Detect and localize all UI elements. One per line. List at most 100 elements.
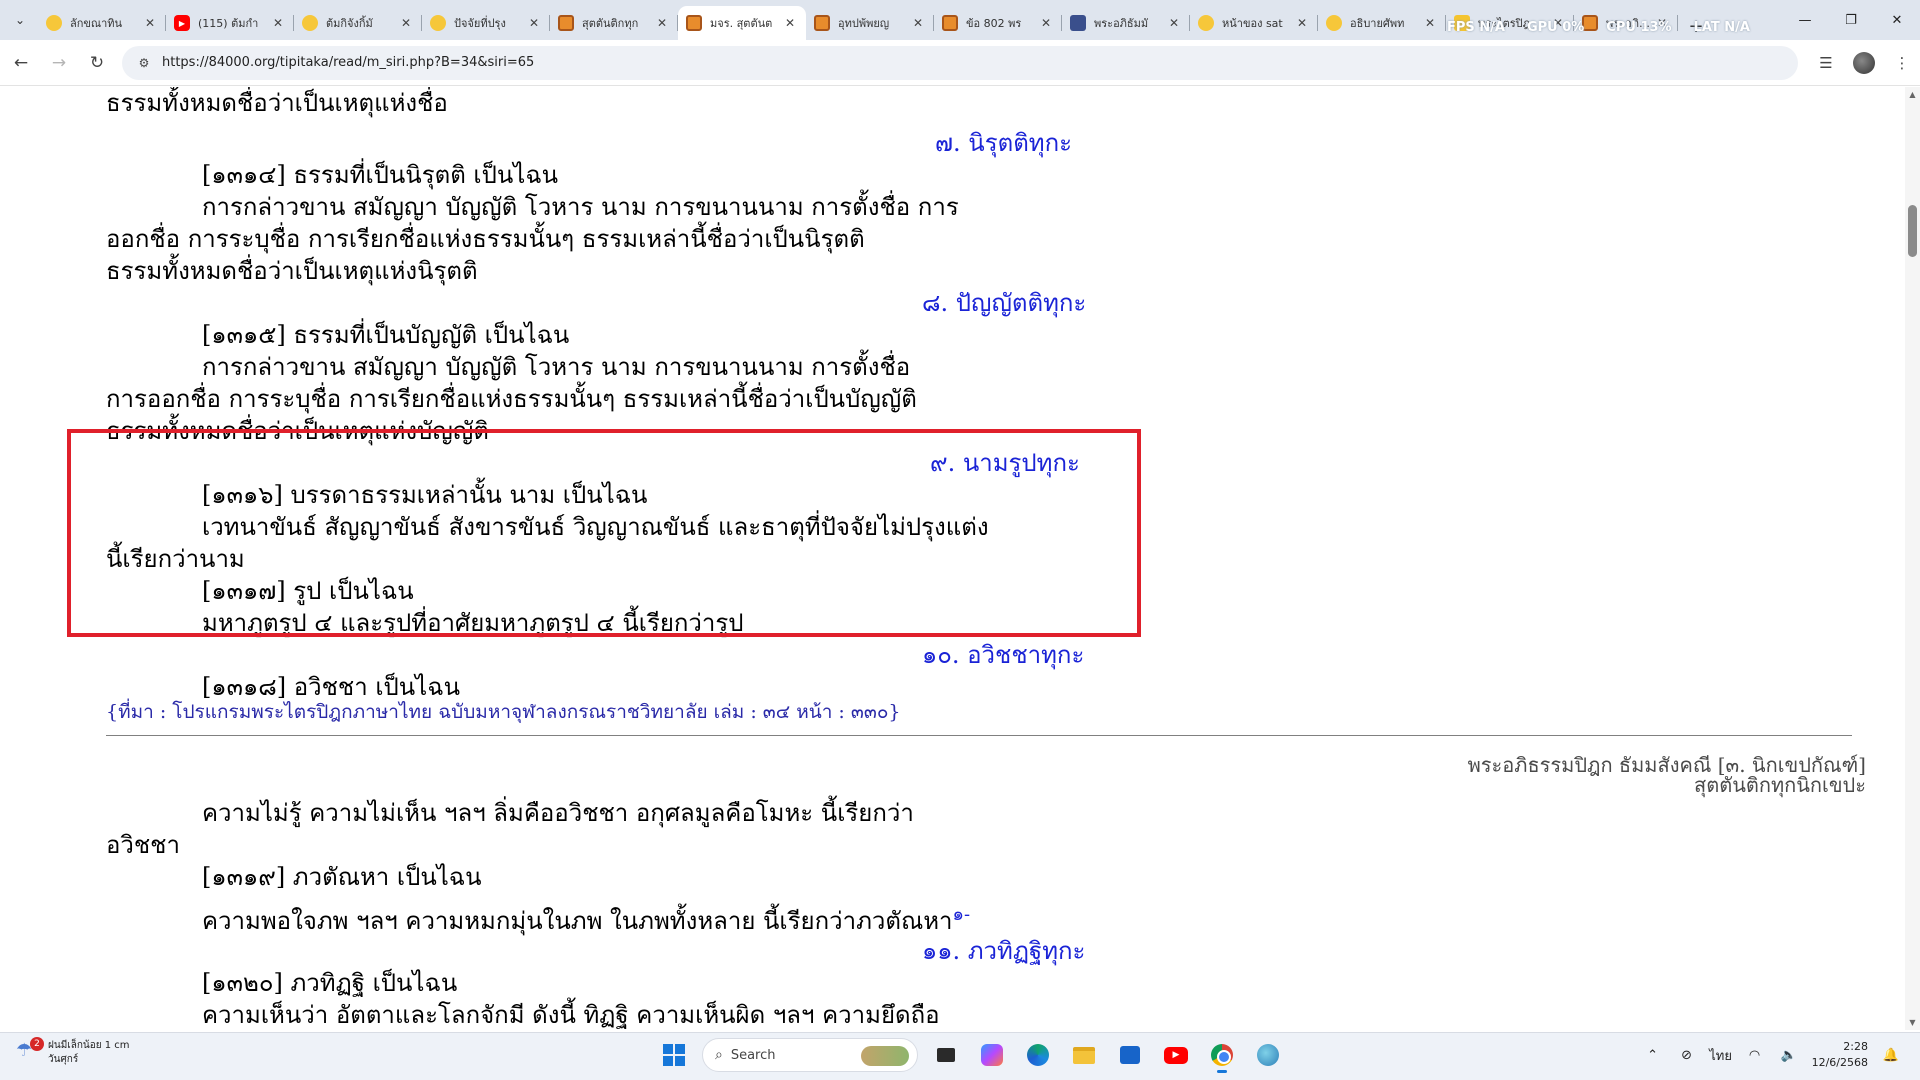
back-button[interactable]: ←: [4, 46, 38, 80]
footnote-link[interactable]: ๑-: [953, 904, 971, 925]
lat-readout: LAT N/A: [1693, 20, 1750, 35]
emoji-favicon-icon: [430, 15, 446, 31]
tab-title: ลักขณาทิน: [70, 17, 123, 30]
chevron-down-icon: ⌄: [14, 13, 26, 27]
language-indicator[interactable]: ไทย: [1709, 1044, 1732, 1066]
edge-icon: [1027, 1044, 1049, 1066]
book-favicon-icon: [814, 15, 830, 31]
notification-badge: 2: [30, 1037, 44, 1051]
text-line: ธรรมทั้งหมดชื่อว่าเป็นเหตุแห่งนิรุตติ: [106, 257, 478, 285]
tab-title: มจร. สุตตันต: [710, 17, 773, 30]
show-hidden-icons-button[interactable]: ⌃: [1642, 1044, 1664, 1066]
wifi-icon[interactable]: ◠: [1744, 1044, 1766, 1066]
task-view-button[interactable]: [928, 1037, 964, 1073]
restore-button[interactable]: ❐: [1828, 0, 1874, 40]
taskbar-search[interactable]: ⌕ Search: [702, 1038, 918, 1072]
close-icon[interactable]: ✕: [270, 16, 286, 30]
tab-title: ข้อ 802 พร: [966, 17, 1022, 30]
windows-taskbar: ☂ 2 ฝนมีเล็กน้อย 1 cm วันศุกร์ ⌕ Search ▶…: [0, 1032, 1920, 1080]
close-icon[interactable]: ✕: [398, 16, 414, 30]
browser-tab[interactable]: หน้าของ sat ✕: [1190, 6, 1318, 40]
close-icon[interactable]: ✕: [1166, 16, 1182, 30]
close-icon[interactable]: ✕: [142, 16, 158, 30]
site-info-icon[interactable]: ⚙: [134, 53, 154, 73]
section-heading: ๑๐. อวิชชาทุกะ: [922, 641, 1085, 669]
weather-day: วันศุกร์: [48, 1054, 79, 1065]
text-line: อวิชชา: [106, 831, 180, 859]
browser-tab[interactable]: อุทปพ้พยญ ✕: [806, 6, 934, 40]
red-highlight-box: [67, 429, 1141, 637]
store-icon: [1120, 1046, 1140, 1064]
browser-tab[interactable]: สุตตันติกทุก ✕: [550, 6, 678, 40]
weather-widget[interactable]: ☂ 2 ฝนมีเล็กน้อย 1 cm วันศุกร์: [16, 1037, 130, 1067]
close-icon: ✕: [1891, 12, 1903, 28]
minimize-button[interactable]: —: [1782, 0, 1828, 40]
close-icon[interactable]: ✕: [654, 16, 670, 30]
scroll-up-icon[interactable]: ▲: [1905, 87, 1920, 102]
browser-tab[interactable]: ต้มกิจังกิ้มั ✕: [294, 6, 422, 40]
book-favicon-icon: [558, 15, 574, 31]
vertical-scrollbar[interactable]: ▲ ▼: [1905, 87, 1920, 1030]
scroll-down-icon[interactable]: ▼: [1905, 1015, 1920, 1030]
youtube-app-button[interactable]: ▶: [1158, 1037, 1194, 1073]
weather-text: ฝนมีเล็กน้อย 1 cm วันศุกร์: [48, 1039, 130, 1067]
browser-tab[interactable]: อธิบายศัพท ✕: [1318, 6, 1446, 40]
address-bar[interactable]: ⚙ https://84000.org/tipitaka/read/m_siri…: [122, 45, 1798, 80]
edge-button[interactable]: [1020, 1037, 1056, 1073]
reload-icon: ↻: [89, 52, 105, 73]
browser-tab[interactable]: ลักขณาทิน ✕: [38, 6, 166, 40]
clock-time: 2:28: [1843, 1040, 1868, 1053]
tab-search-button[interactable]: ⌄: [6, 6, 34, 34]
arrow-left-icon: ←: [13, 52, 29, 73]
menu-button[interactable]: ⋮: [1888, 49, 1916, 77]
page-reference: พระอภิธรรมปิฎก ธัมมสังคณี [๓. นิกเขปกัณฑ…: [1468, 755, 1866, 795]
reload-button[interactable]: ↻: [80, 46, 114, 80]
scroll-thumb[interactable]: [1908, 205, 1917, 257]
store-button[interactable]: [1112, 1037, 1148, 1073]
tab-title: ต้มกิจังกิ้มั: [326, 17, 373, 30]
browser-tab[interactable]: ปัจจัยที่ปรุง ✕: [422, 6, 550, 40]
volume-icon[interactable]: 🔈: [1778, 1044, 1800, 1066]
browser-tab[interactable]: ▶ (115) ต้มกำ ✕: [166, 6, 294, 40]
close-icon[interactable]: ✕: [526, 16, 542, 30]
tab-title: (115) ต้มกำ: [198, 17, 259, 30]
close-window-button[interactable]: ✕: [1874, 0, 1920, 40]
file-explorer-button[interactable]: [1066, 1037, 1102, 1073]
profile-button[interactable]: [1850, 49, 1878, 77]
close-icon[interactable]: ✕: [782, 16, 798, 30]
forward-button[interactable]: →: [42, 46, 76, 80]
clock[interactable]: 2:28 12/6/2568: [1812, 1039, 1868, 1071]
text-line: ความไม่รู้ ความไม่เห็น ฯลฯ ลิ่มคืออวิชชา…: [202, 799, 914, 827]
start-button[interactable]: [656, 1037, 692, 1073]
cpu-readout: CPU 13%: [1606, 20, 1672, 35]
emoji-favicon-icon: [1326, 15, 1342, 31]
window-controls: — ❐ ✕: [1782, 0, 1920, 40]
globe-icon: [1257, 1044, 1279, 1066]
url-text[interactable]: https://84000.org/tipitaka/read/m_siri.p…: [162, 55, 534, 70]
notification-bell-icon[interactable]: 🔔: [1880, 1044, 1902, 1066]
browser-tab-active[interactable]: มจร. สุตตันต ✕: [678, 6, 806, 40]
reading-list-button[interactable]: ☰: [1812, 49, 1840, 77]
tab-title: พระอภิธัมมั: [1094, 17, 1149, 30]
close-icon[interactable]: ✕: [910, 16, 926, 30]
chrome-button[interactable]: [1204, 1037, 1240, 1073]
restore-icon: ❐: [1845, 12, 1857, 28]
browser-tab[interactable]: พระอภิธัมมั ✕: [1062, 6, 1190, 40]
tab-title: ปัจจัยที่ปรุง: [454, 17, 506, 30]
copilot-button[interactable]: [974, 1037, 1010, 1073]
close-icon[interactable]: ✕: [1294, 16, 1310, 30]
close-icon[interactable]: ✕: [1422, 16, 1438, 30]
text-line: [๑๓๑๙] ภวตัณหา เป็นไฉน: [202, 863, 482, 891]
system-tray: ⌃ ⊘ ไทย ◠ 🔈 2:28 12/6/2568 🔔: [1642, 1039, 1902, 1071]
globe-app-button[interactable]: [1250, 1037, 1286, 1073]
close-icon[interactable]: ✕: [1038, 16, 1054, 30]
divider: [106, 735, 1852, 736]
section-heading: ๑๑. ภวทิฏฐิทุกะ: [922, 937, 1086, 965]
reading-list-icon: ☰: [1819, 53, 1833, 72]
network-off-icon[interactable]: ⊘: [1676, 1044, 1698, 1066]
chrome-icon: [1211, 1044, 1233, 1066]
performance-overlay: FPS N/A GPU 0% CPU 13% LAT N/A: [1447, 20, 1750, 35]
browser-tab[interactable]: ข้อ 802 พร ✕: [934, 6, 1062, 40]
image-favicon-icon: [1070, 15, 1086, 31]
text-line: ธรรมทั้งหมดชื่อว่าเป็นเหตุแห่งชื่อ: [106, 89, 448, 117]
